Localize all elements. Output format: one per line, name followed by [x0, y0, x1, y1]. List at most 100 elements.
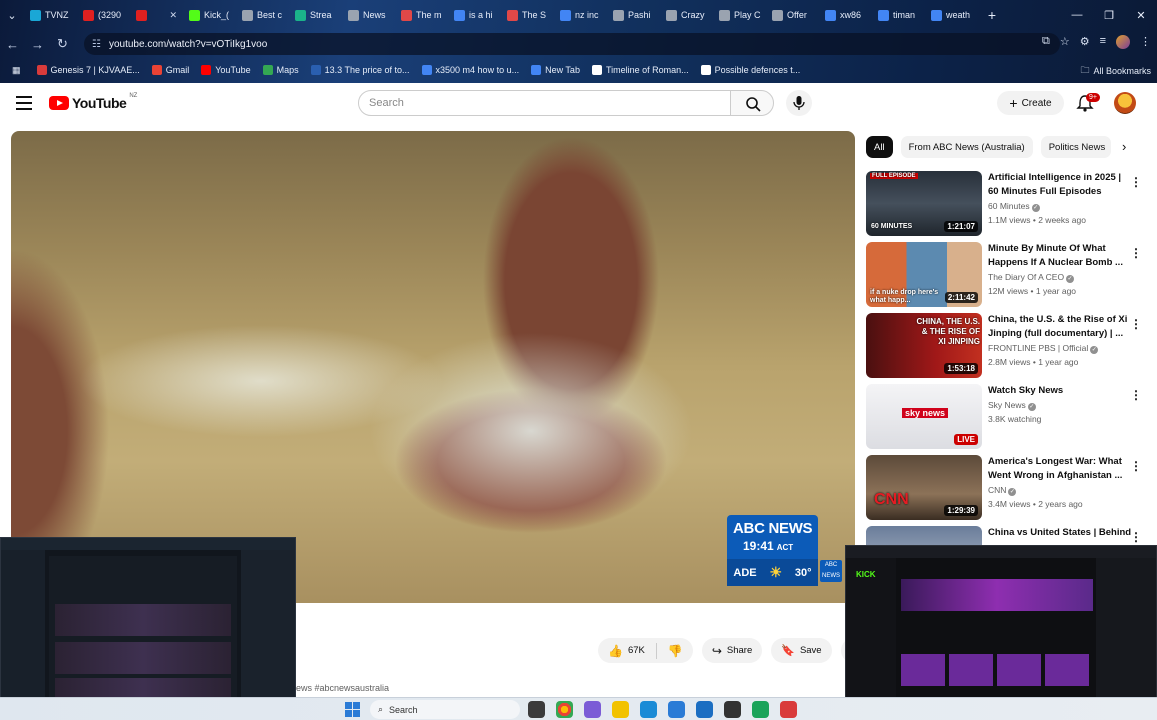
app-icon[interactable] — [780, 701, 797, 718]
chip-from-abc-news[interactable]: From ABC News (Australia) — [900, 136, 1033, 158]
channel-name[interactable]: Sky News ✓ — [988, 400, 1036, 411]
video-thumbnail[interactable]: FULL EPISODE 60 MINUTES 1:21:07 — [866, 171, 982, 236]
recommendation-item[interactable]: if a nuke drop here's what happ... 2:11:… — [866, 242, 1152, 308]
browser-tab[interactable]: Offer — [766, 3, 819, 27]
channel-name[interactable]: The Diary Of A CEO ✓ — [988, 272, 1075, 283]
recommendation-item[interactable]: sky news LIVE Watch Sky News Sky News ✓ 3… — [866, 384, 1152, 450]
save-button[interactable]: 🔖 Save — [771, 638, 832, 663]
browser-tab[interactable]: is a hi — [448, 3, 501, 27]
close-tab-icon[interactable]: ✕ — [169, 10, 177, 21]
apps-icon[interactable]: ▦ — [6, 65, 31, 76]
bookmark-item[interactable]: Possible defences t... — [695, 65, 807, 75]
browser-tab[interactable]: News — [342, 3, 395, 27]
browser-tab[interactable]: ✕ — [130, 3, 183, 27]
chip-politics-news[interactable]: Politics News — [1040, 136, 1111, 158]
app-icon[interactable] — [752, 701, 769, 718]
video-title[interactable]: China vs United States | Behind — [988, 526, 1148, 540]
address-bar[interactable]: ☷ youtube.com/watch?v=vOTiIkg1voo — [84, 33, 1060, 55]
search-button[interactable] — [730, 90, 774, 116]
video-thumbnail[interactable]: if a nuke drop here's what happ... 2:11:… — [866, 242, 982, 307]
more-actions-icon[interactable]: ⋮ — [1130, 459, 1142, 473]
app-icon[interactable] — [724, 701, 741, 718]
channel-name[interactable]: CNN ✓ — [988, 485, 1017, 496]
browser-tab[interactable]: Crazy — [660, 3, 713, 27]
account-avatar[interactable] — [1114, 92, 1136, 114]
file-explorer-icon[interactable] — [612, 701, 629, 718]
browser-tab[interactable]: Best c — [236, 3, 289, 27]
more-actions-icon[interactable]: ⋮ — [1130, 388, 1142, 402]
taskbar-search[interactable]: ⌕ Search — [370, 700, 520, 719]
browser-tab[interactable]: TVNZ — [24, 3, 77, 27]
minimize-icon[interactable]: — — [1061, 9, 1093, 22]
video-title[interactable]: Watch Sky News — [988, 384, 1128, 398]
browser-tab[interactable]: Strea — [289, 3, 342, 27]
bookmark-item[interactable]: x3500 m4 how to u... — [416, 65, 526, 75]
more-actions-icon[interactable]: ⋮ — [1130, 317, 1142, 331]
browser-tab[interactable]: The m — [395, 3, 448, 27]
bookmark-star-icon[interactable]: ☆ — [1060, 35, 1070, 49]
like-button[interactable]: 👍 67K — [608, 644, 645, 658]
close-window-icon[interactable]: ✕ — [1125, 9, 1157, 22]
app-icon[interactable] — [584, 701, 601, 718]
reload-icon[interactable]: ↻ — [50, 36, 75, 52]
task-view-icon[interactable] — [528, 701, 545, 718]
bookmark-item[interactable]: 13.3 The price of to... — [305, 65, 416, 75]
video-thumbnail[interactable]: CHINA, THE U.S. & THE RISE OF XI JINPING… — [866, 313, 982, 378]
new-tab-button[interactable]: + — [978, 7, 1006, 23]
bookmark-item[interactable]: Genesis 7 | KJVAAE... — [31, 65, 146, 75]
browser-tab[interactable]: Kick_( — [183, 3, 236, 27]
browser-tab[interactable]: (3290 — [77, 3, 130, 27]
browser-tab[interactable]: weath — [925, 3, 978, 27]
browser-tab[interactable]: Pashi — [607, 3, 660, 27]
reading-list-icon[interactable]: ≡ — [1100, 35, 1106, 49]
channel-name[interactable]: FRONTLINE PBS | Official ✓ — [988, 343, 1099, 354]
video-thumbnail[interactable]: CNN 1:29:39 — [866, 455, 982, 520]
video-title[interactable]: Artificial Intelligence in 2025 | 60 Min… — [988, 171, 1128, 199]
store-icon[interactable] — [696, 701, 713, 718]
site-info-icon[interactable]: ☷ — [92, 39, 101, 50]
guide-menu-icon[interactable] — [16, 96, 32, 110]
bookmark-item[interactable]: New Tab — [525, 65, 586, 75]
more-actions-icon[interactable]: ⋮ — [1130, 530, 1142, 544]
bookmark-item[interactable]: Gmail — [146, 65, 196, 75]
chip-all[interactable]: All — [866, 136, 893, 158]
chevron-right-icon[interactable]: › — [1122, 139, 1126, 154]
recommendation-item[interactable]: FULL EPISODE 60 MINUTES 1:21:07 Artifici… — [866, 171, 1152, 237]
all-bookmarks[interactable]: 🗀 All Bookmarks — [1080, 63, 1151, 79]
hashtags[interactable]: ews #abcnewsaustralia — [296, 683, 389, 693]
dislike-button[interactable]: 👎 — [668, 644, 689, 658]
more-actions-icon[interactable]: ⋮ — [1130, 175, 1142, 189]
share-button[interactable]: ↪ Share — [701, 638, 763, 663]
voice-search-button[interactable] — [786, 90, 812, 116]
tab-search-icon[interactable]: ⌄ — [0, 9, 24, 22]
browser-tab[interactable]: nz inc — [554, 3, 607, 27]
edge-icon[interactable] — [640, 701, 657, 718]
video-title[interactable]: Minute By Minute Of What Happens If A Nu… — [988, 242, 1128, 270]
browser-tab[interactable]: Play C — [713, 3, 766, 27]
video-title[interactable]: China, the U.S. & the Rise of Xi Jinping… — [988, 313, 1128, 341]
chrome-icon[interactable] — [556, 701, 573, 718]
bookmark-item[interactable]: YouTube — [195, 65, 256, 75]
bookmark-item[interactable]: Timeline of Roman... — [586, 65, 695, 75]
restore-icon[interactable]: ❐ — [1093, 9, 1125, 22]
recommendation-item[interactable]: CHINA, THE U.S. & THE RISE OF XI JINPING… — [866, 313, 1152, 379]
browser-tab[interactable]: The S — [501, 3, 554, 27]
browser-tab[interactable]: xw86 — [819, 3, 872, 27]
channel-name[interactable]: 60 Minutes ✓ — [988, 201, 1040, 212]
profile-avatar[interactable] — [1116, 35, 1130, 49]
bookmark-item[interactable]: Maps — [257, 65, 305, 75]
back-icon[interactable]: ← — [0, 37, 25, 52]
windows-start-icon[interactable] — [345, 702, 360, 717]
recommendation-item[interactable]: CNN 1:29:39 America's Longest War: What … — [866, 455, 1152, 521]
search-input[interactable]: Search — [358, 90, 731, 116]
youtube-logo[interactable]: YouTube NZ — [49, 93, 137, 111]
create-button[interactable]: + Create — [997, 91, 1064, 115]
menu-icon[interactable]: ⋮ — [1140, 35, 1151, 49]
install-icon[interactable]: ⧉ — [1042, 35, 1050, 49]
video-title[interactable]: America's Longest War: What Went Wrong i… — [988, 455, 1128, 483]
video-thumbnail[interactable]: sky news LIVE — [866, 384, 982, 449]
extensions-icon[interactable]: ⚙ — [1080, 35, 1090, 49]
forward-icon[interactable]: → — [25, 37, 50, 52]
more-actions-icon[interactable]: ⋮ — [1130, 246, 1142, 260]
browser-tab[interactable]: timan — [872, 3, 925, 27]
